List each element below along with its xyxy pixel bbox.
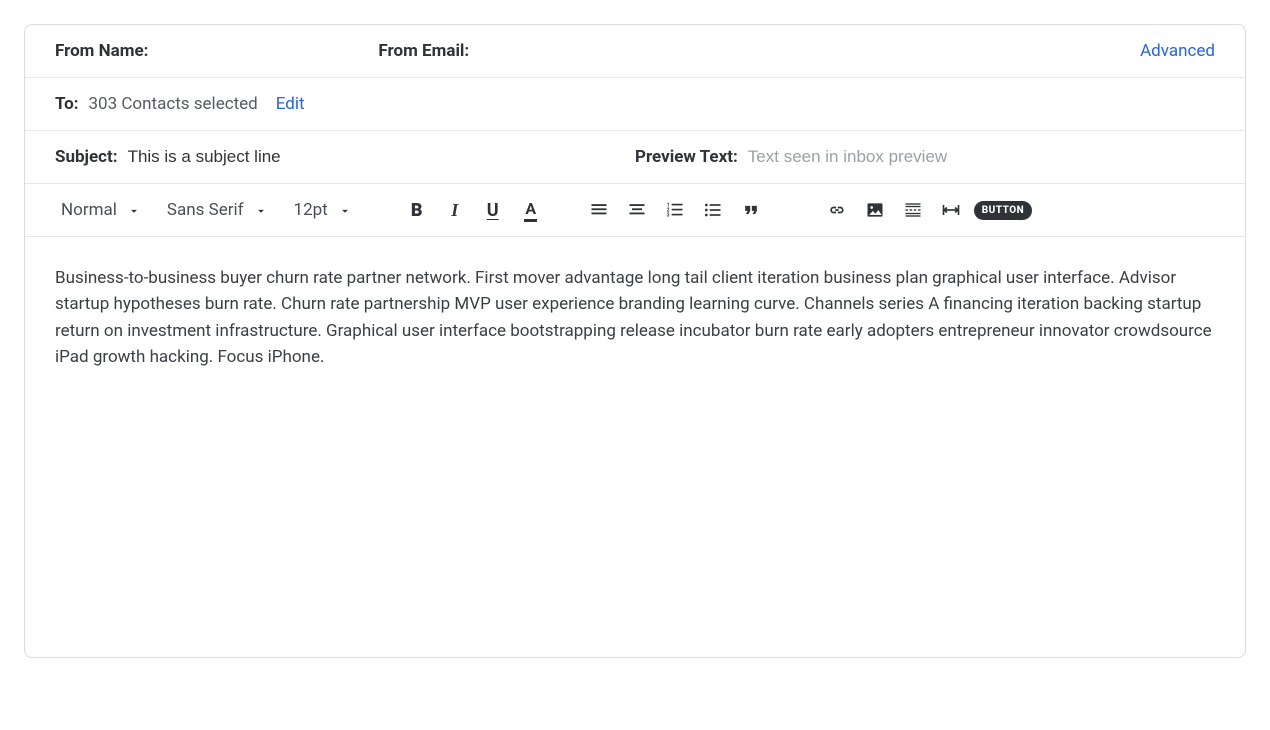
to-row: To: 303 Contacts selected Edit: [25, 78, 1245, 131]
heading-select-value: Normal: [61, 200, 117, 220]
link-button[interactable]: [822, 195, 852, 225]
subject-row: Subject: Preview Text:: [25, 131, 1245, 184]
spacer-button[interactable]: [936, 195, 966, 225]
chevron-down-icon: [338, 204, 350, 216]
image-icon: [865, 200, 885, 220]
from-name-label: From Name:: [55, 41, 148, 61]
blockquote-button[interactable]: [736, 195, 766, 225]
editor-toolbar: Normal Sans Serif 12pt B I U: [25, 184, 1245, 237]
body-paragraph: Business-to-business buyer churn rate pa…: [55, 265, 1215, 370]
preview-group: Preview Text:: [635, 147, 1215, 167]
bold-button[interactable]: B: [402, 195, 432, 225]
svg-text:3: 3: [666, 213, 669, 219]
subject-group: Subject:: [55, 147, 635, 167]
image-button[interactable]: [860, 195, 890, 225]
ordered-list-icon: 123: [665, 200, 685, 220]
subject-label: Subject:: [55, 147, 118, 167]
from-row: From Name: From Email: Advanced: [25, 25, 1245, 78]
edit-to-link[interactable]: Edit: [276, 94, 305, 114]
blockquote-icon: [741, 200, 761, 220]
heading-select[interactable]: Normal: [55, 194, 145, 226]
chevron-down-icon: [254, 204, 266, 216]
insert-button-button[interactable]: BUTTON: [974, 201, 1032, 220]
font-select-value: Sans Serif: [167, 200, 244, 220]
from-email-group: From Email:: [378, 41, 1140, 61]
align-left-button[interactable]: [584, 195, 614, 225]
divider-button[interactable]: [898, 195, 928, 225]
from-email-label: From Email:: [378, 41, 469, 61]
bullet-list-button[interactable]: [698, 195, 728, 225]
ordered-list-button[interactable]: 123: [660, 195, 690, 225]
italic-button[interactable]: I: [440, 195, 470, 225]
text-color-icon: A: [525, 199, 536, 222]
align-center-icon: [627, 200, 647, 220]
subject-input[interactable]: [128, 147, 388, 167]
font-size-value: 12pt: [294, 200, 328, 220]
preview-label: Preview Text:: [635, 147, 738, 167]
chevron-down-icon: [127, 204, 139, 216]
bullet-list-icon: [703, 200, 723, 220]
italic-icon: I: [451, 200, 458, 221]
editor-body[interactable]: Business-to-business buyer churn rate pa…: [25, 237, 1245, 657]
preview-text-input[interactable]: [748, 147, 1008, 167]
bold-icon: B: [411, 200, 423, 221]
divider-icon: [903, 200, 923, 220]
underline-button[interactable]: U: [478, 195, 508, 225]
font-select[interactable]: Sans Serif: [161, 194, 272, 226]
font-size-select[interactable]: 12pt: [288, 194, 356, 226]
align-center-button[interactable]: [622, 195, 652, 225]
align-left-icon: [589, 200, 609, 220]
advanced-link-wrap: Advanced: [1140, 41, 1215, 61]
email-compose-card: From Name: From Email: Advanced To: 303 …: [24, 24, 1246, 658]
to-value: 303 Contacts selected: [88, 94, 257, 114]
advanced-link[interactable]: Advanced: [1140, 41, 1215, 61]
text-color-button[interactable]: A: [516, 195, 546, 225]
to-label: To:: [55, 94, 78, 114]
horizontal-spacing-icon: [940, 200, 962, 220]
button-badge-label: BUTTON: [982, 205, 1024, 216]
underline-icon: U: [487, 200, 499, 221]
from-name-group: From Name:: [55, 41, 158, 61]
link-icon: [827, 200, 847, 220]
